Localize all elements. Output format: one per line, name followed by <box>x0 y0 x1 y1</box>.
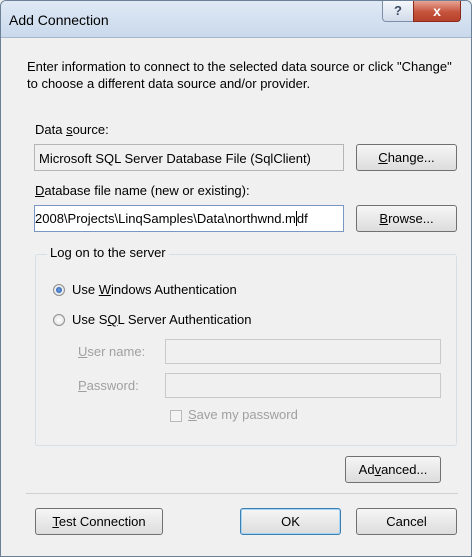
database-file-input[interactable]: 2008\Projects\LinqSamples\Data\northwnd.… <box>34 205 344 232</box>
advanced-button[interactable]: Advanced... <box>345 456 441 483</box>
help-button[interactable]: ? <box>382 1 414 22</box>
browse-button[interactable]: Browse... <box>356 205 457 232</box>
test-connection-button[interactable]: Test Connection <box>35 508 163 535</box>
database-file-label: Database file name (new or existing): <box>35 183 250 198</box>
windows-auth-radio[interactable] <box>53 284 65 296</box>
title-bar[interactable]: Add Connection ? x <box>1 1 471 38</box>
ok-button[interactable]: OK <box>240 508 341 535</box>
change-button[interactable]: Change... <box>356 144 457 171</box>
password-input[interactable] <box>165 373 441 398</box>
cancel-button[interactable]: Cancel <box>356 508 457 535</box>
user-name-label: User name: <box>78 344 146 359</box>
close-button[interactable]: x <box>413 1 461 22</box>
data-source-label: Data source: <box>35 122 109 137</box>
help-icon: ? <box>394 3 402 18</box>
text-cursor <box>295 211 297 226</box>
sql-auth-radio[interactable] <box>53 314 65 326</box>
sql-auth-label: Use SQL Server Authentication <box>72 312 252 327</box>
save-password-checkbox[interactable] <box>170 410 182 422</box>
footer-divider <box>26 493 458 494</box>
user-name-input[interactable] <box>165 339 441 364</box>
close-icon: x <box>433 3 441 19</box>
windows-auth-label: Use Windows Authentication <box>72 282 237 297</box>
dialog-title: Add Connection <box>9 12 109 28</box>
password-label: Password: <box>78 378 139 393</box>
add-connection-dialog: Add Connection ? x Enter information to … <box>0 0 472 557</box>
save-password-label: Save my password <box>188 407 298 422</box>
intro-text: Enter information to connect to the sele… <box>27 59 452 91</box>
data-source-field: Microsoft SQL Server Database File (SqlC… <box>34 144 344 171</box>
logon-group-title: Log on to the server <box>47 245 169 260</box>
